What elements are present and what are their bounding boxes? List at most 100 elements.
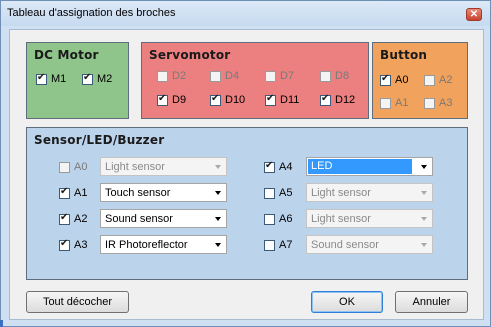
cancel-button[interactable]: Annuler [395,291,468,313]
checkbox-box[interactable] [265,70,276,82]
sensor-combo-a0[interactable]: Light sensor [100,157,227,176]
sensor-combo-a5[interactable]: Light sensor [306,183,433,202]
checkbox-box[interactable] [264,239,275,251]
checkbox-label: D4 [225,70,240,82]
checkbox-d2[interactable]: D2 [157,70,186,82]
checkbox-d7[interactable]: D7 [265,70,294,82]
checkbox-box[interactable] [424,97,435,109]
dialog-window: Tableau d'assignation des broches ✕ DC M… [0,0,491,327]
checkbox-label: A2 [74,213,88,225]
sensor-checkbox-a4[interactable]: A4 [264,160,293,173]
ok-button[interactable]: OK [311,291,383,313]
checkbox-d9[interactable]: D9 [157,93,187,106]
sensor-checkbox-a7[interactable]: A7 [264,239,292,251]
chevron-down-icon[interactable] [215,217,221,221]
combo-value: Light sensor [311,213,371,225]
sensor-combo-a4[interactable]: LED [306,157,433,176]
chevron-down-icon[interactable] [421,243,427,247]
sensor-checkbox-a6[interactable]: A6 [264,213,292,225]
checkbox-d10[interactable]: D10 [210,93,246,106]
close-glyph: ✕ [469,9,479,20]
checkbox-box[interactable] [264,187,275,199]
checkbox-box[interactable] [424,74,435,86]
checkbox-box[interactable] [320,93,331,106]
checkbox-label: A7 [279,239,293,251]
checkbox-label: D2 [172,70,187,82]
dc-motor-group: DC Motor M1 M2 [26,42,129,119]
sensor-combo-a3[interactable]: IR Photoreflector [100,235,227,254]
checkbox-box[interactable] [36,72,47,85]
checkbox-box[interactable] [59,212,70,225]
checkbox-box[interactable] [59,186,70,199]
checkbox-d11[interactable]: D11 [265,93,300,106]
checkbox-box[interactable] [82,72,93,85]
checkbox-label: A4 [279,161,293,173]
chevron-down-icon[interactable] [215,243,221,247]
checkbox-label: D8 [335,70,350,82]
sensor-group-title: Sensor/LED/Buzzer [34,133,165,147]
combo-value: Light sensor [105,161,165,173]
checkbox-label: D11 [280,94,300,106]
combo-value: LED [308,159,412,174]
sensor-combo-a2[interactable]: Sound sensor [100,209,227,228]
sensor-combo-a6[interactable]: Light sensor [306,209,433,228]
checkbox-box[interactable] [380,73,391,86]
checkbox-label: D12 [335,94,356,106]
chevron-down-icon[interactable] [215,165,221,169]
checkbox-box[interactable] [59,238,70,251]
checkbox-a0[interactable]: A0 [380,73,408,86]
sensor-checkbox-a5[interactable]: A5 [264,187,292,199]
combo-value: Sound sensor [311,239,379,251]
title-bar[interactable]: Tableau d'assignation des broches ✕ [1,1,490,26]
checkbox-label: A3 [439,97,453,109]
checkbox-m2[interactable]: M2 [82,72,112,85]
checkbox-box[interactable] [59,161,70,173]
checkbox-a3[interactable]: A3 [424,97,452,109]
checkbox-label: A6 [279,213,293,225]
sensor-checkbox-a2[interactable]: A2 [59,212,88,225]
checkbox-box[interactable] [157,70,168,82]
sensor-combo-a7[interactable]: Sound sensor [306,235,433,254]
checkbox-label: A2 [439,74,453,86]
checkbox-a2[interactable]: A2 [424,74,452,86]
sensor-checkbox-a1[interactable]: A1 [59,186,88,199]
servomotor-group: Servomotor D2 D4 D7 D8 D9 [141,42,369,119]
clear-all-button[interactable]: Tout décocher [26,291,129,313]
chevron-down-icon[interactable] [215,191,221,195]
checkbox-box[interactable] [380,97,391,109]
combo-value: Light sensor [311,187,371,199]
chevron-down-icon[interactable] [421,217,427,221]
checkbox-d8[interactable]: D8 [320,70,349,82]
checkbox-label: M1 [51,73,67,85]
sensor-checkbox-a0[interactable]: A0 [59,161,87,173]
sensor-led-buzzer-group: Sensor/LED/Buzzer A0 Light sensor A1 Tou… [26,127,468,280]
checkbox-label: A1 [395,97,409,109]
checkbox-box[interactable] [210,93,221,106]
combo-value: Touch sensor [105,187,171,199]
combo-value: Sound sensor [105,213,173,225]
checkbox-d4[interactable]: D4 [210,70,239,82]
checkbox-box[interactable] [157,93,168,106]
chevron-down-icon[interactable] [421,165,427,169]
checkbox-a1[interactable]: A1 [380,97,408,109]
checkbox-label: D10 [225,94,246,106]
combo-value: IR Photoreflector [105,239,188,251]
checkbox-label: D9 [172,94,187,106]
checkbox-box[interactable] [265,93,276,106]
sensor-combo-a1[interactable]: Touch sensor [100,183,227,202]
checkbox-label: A0 [74,161,88,173]
checkbox-box[interactable] [264,213,275,225]
checkbox-d12[interactable]: D12 [320,93,356,106]
servomotor-title: Servomotor [149,48,231,62]
checkbox-box[interactable] [320,70,331,82]
close-icon[interactable]: ✕ [466,8,482,21]
checkbox-box[interactable] [264,160,275,173]
checkbox-box[interactable] [210,70,221,82]
checkbox-label: A1 [74,187,88,199]
button-title: Button [380,48,428,62]
chevron-down-icon[interactable] [421,191,427,195]
dc-motor-title: DC Motor [34,48,99,62]
checkbox-label: A5 [279,187,293,199]
checkbox-m1[interactable]: M1 [36,72,67,85]
sensor-checkbox-a3[interactable]: A3 [59,238,87,251]
